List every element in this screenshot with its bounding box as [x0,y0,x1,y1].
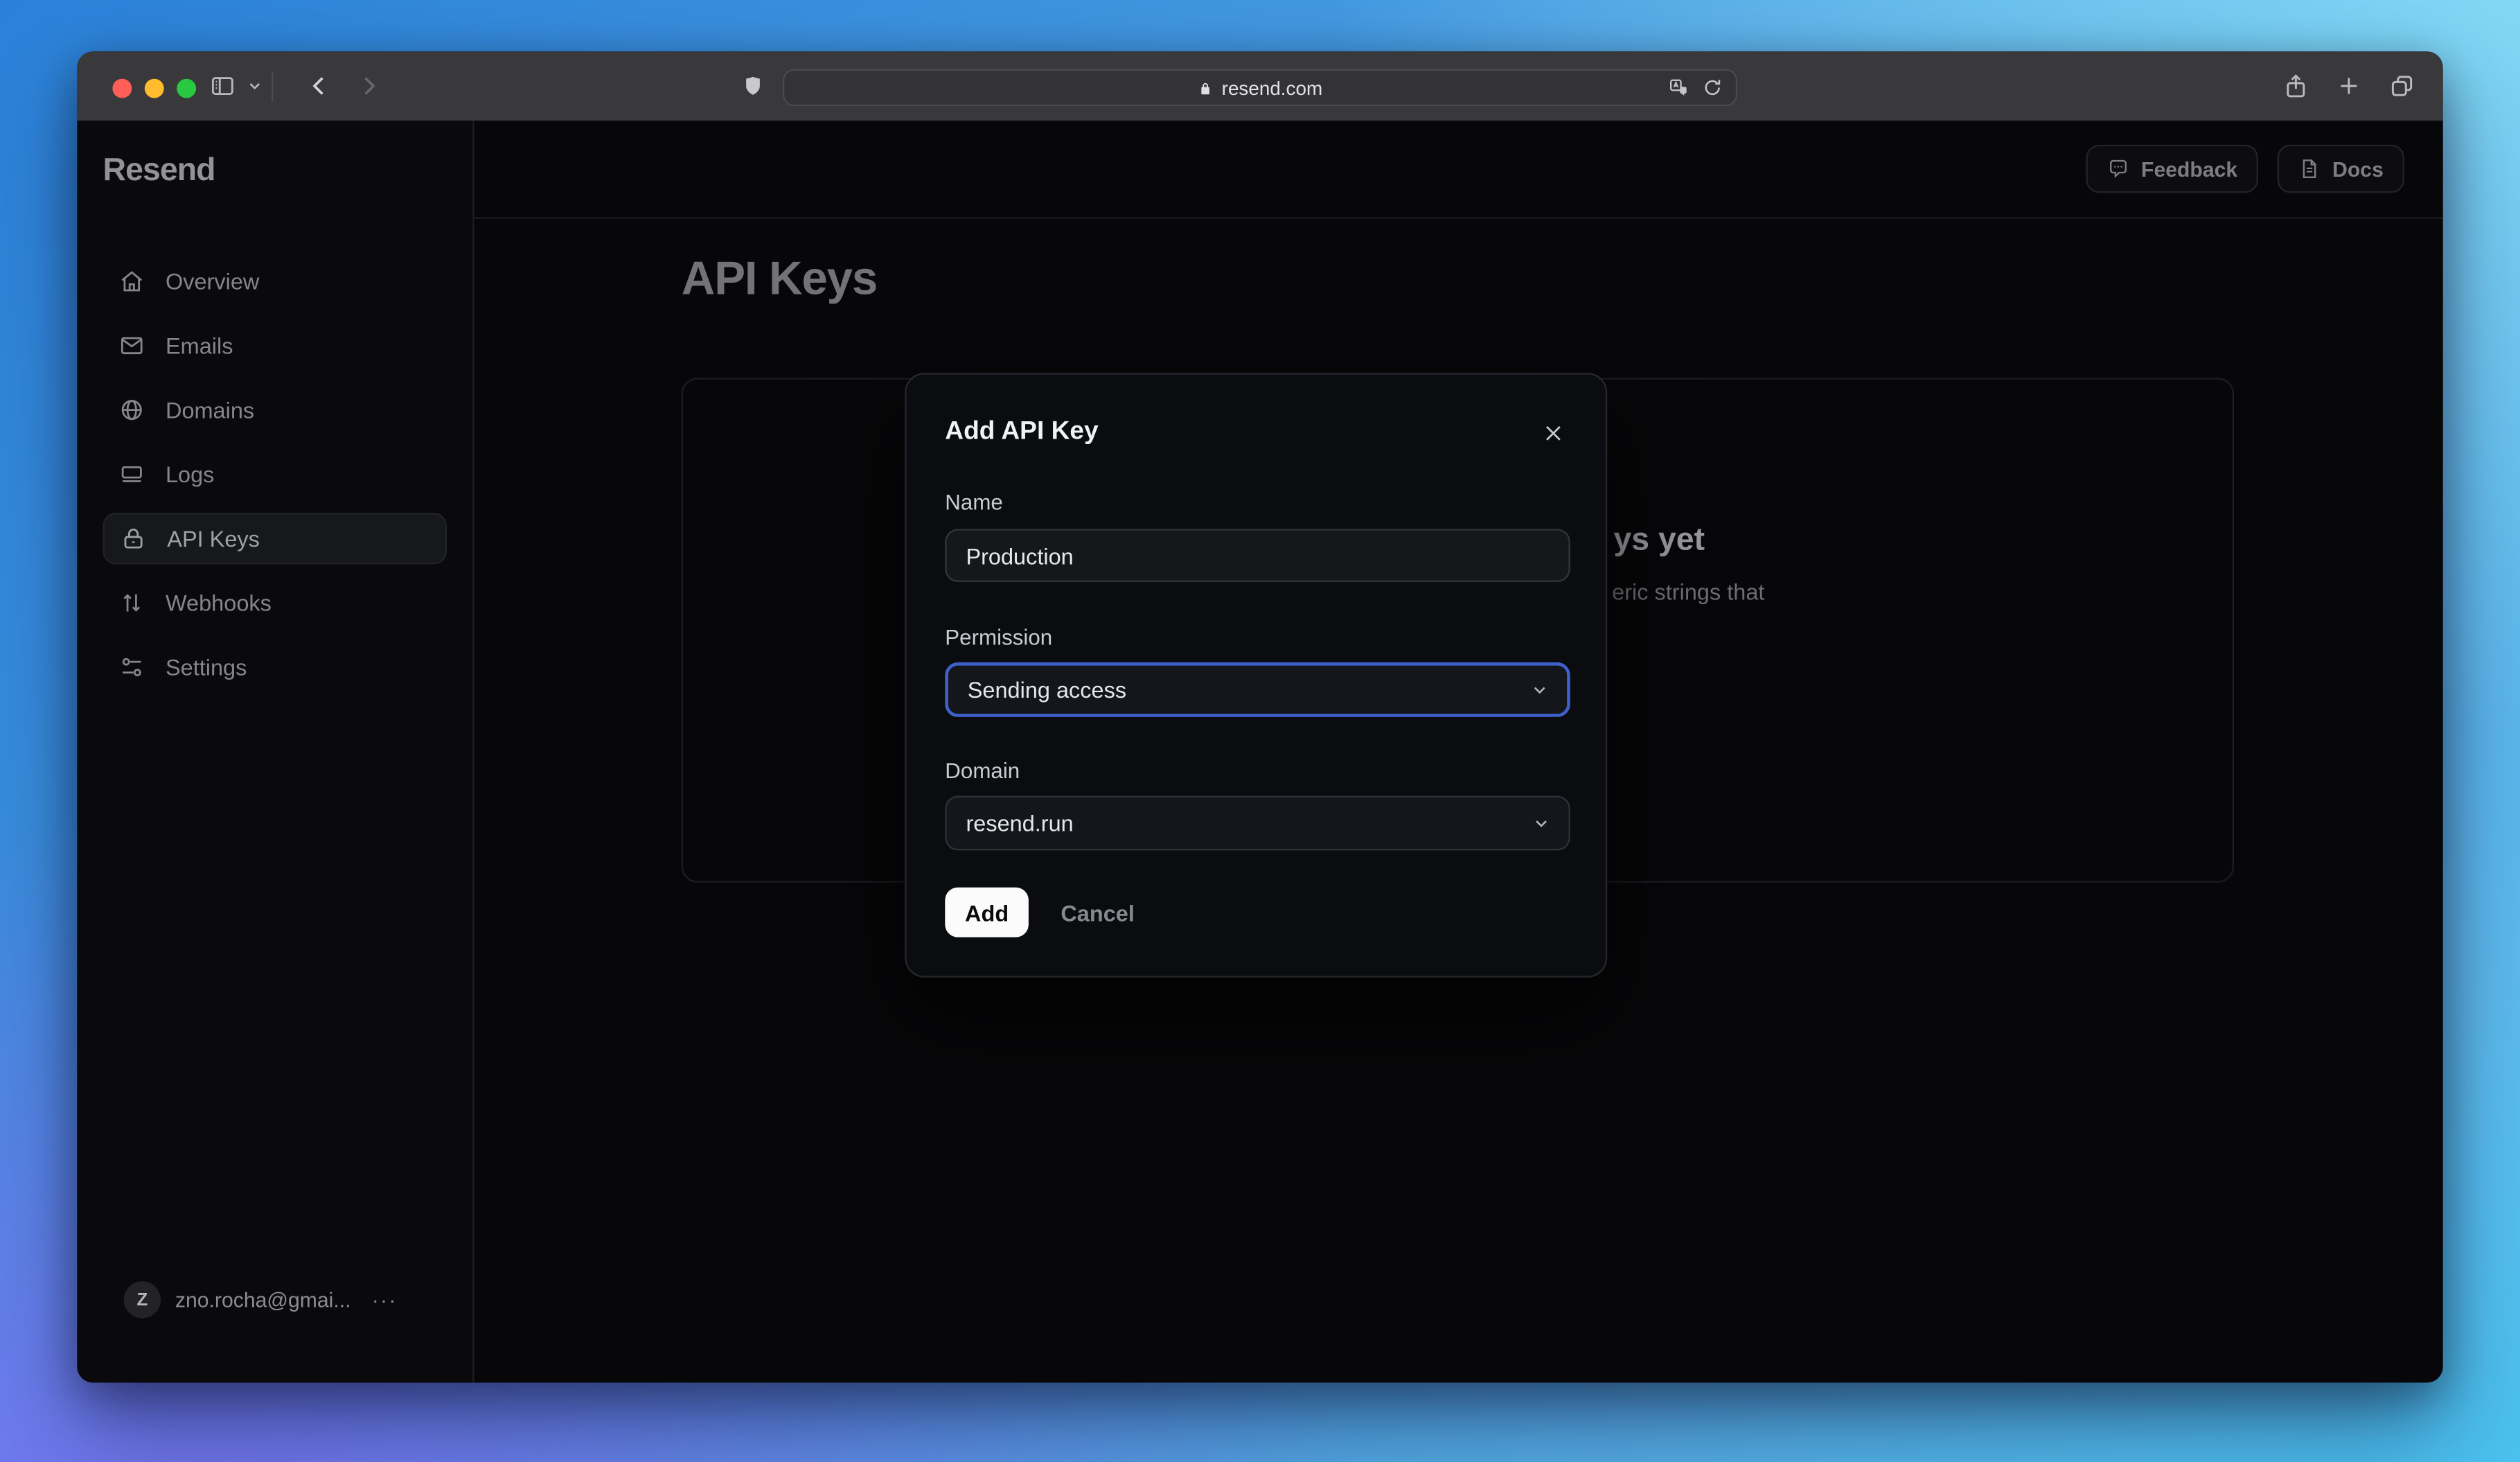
docs-label: Docs [2332,157,2384,182]
toolbar-divider [272,71,274,101]
desktop: resend.com Resend Overview Emails Domain… [0,0,2520,1462]
domain-value: resend.run [966,810,1074,836]
domain-label: Domain [945,759,1020,783]
add-api-key-modal: Add API Key Name Permission Sending acce… [905,373,1608,978]
tab-overview-icon[interactable] [2388,72,2415,99]
sidebar-item-label: Overview [165,268,260,294]
sidebar-item-logs[interactable]: Logs [103,448,447,500]
sidebar-item-label: Webhooks [165,590,272,616]
close-icon[interactable] [1541,420,1567,446]
name-label: Name [945,490,1003,515]
sidebar-item-settings[interactable]: Settings [103,642,447,693]
url-text: resend.com [1221,76,1323,99]
sidebar-item-label: Domains [165,397,255,423]
sidebar-item-domains[interactable]: Domains [103,385,447,436]
docs-button[interactable]: Docs [2278,144,2405,193]
page-header: Feedback Docs [474,121,2443,219]
feedback-bubble-icon [2107,157,2129,179]
close-window-button[interactable] [112,78,132,98]
permission-select[interactable]: Sending access [945,662,1570,717]
forward-button[interactable] [355,72,382,99]
cancel-button[interactable]: Cancel [1040,888,1155,937]
share-icon[interactable] [2282,72,2309,99]
logs-icon [119,461,145,487]
browser-window: resend.com Resend Overview Emails Domain… [77,51,2443,1383]
account-menu[interactable]: Z zno.rocha@gmai... ··· [123,1281,398,1319]
arrows-up-down-icon [119,590,145,616]
permission-value: Sending access [967,676,1127,703]
sliders-icon [119,654,145,680]
sidebar-item-webhooks[interactable]: Webhooks [103,577,447,628]
feedback-label: Feedback [2141,157,2238,182]
permission-label: Permission [945,625,1053,650]
chevron-down-icon[interactable] [246,77,264,95]
account-email: zno.rocha@gmai... [175,1287,351,1312]
sidebar-item-overview[interactable]: Overview [103,256,447,307]
new-tab-icon[interactable] [2335,72,2362,99]
avatar: Z [123,1281,161,1319]
feedback-button[interactable]: Feedback [2086,144,2259,193]
name-input[interactable] [945,529,1570,582]
chevron-down-icon [1532,813,1551,833]
lock-icon [1198,80,1214,96]
sidebar: Resend Overview Emails Domains Logs API … [77,121,474,1383]
sidebar-item-label: Logs [165,461,215,488]
reload-icon[interactable] [1702,77,1723,98]
sidebar-nav: Overview Emails Domains Logs API Keys We… [103,256,447,693]
translate-icon[interactable] [1668,77,1689,98]
mail-icon [119,333,145,358]
sidebar-item-api-keys[interactable]: API Keys [103,513,447,565]
lock-icon [121,526,146,552]
empty-state-body-fragment: eric strings that [1612,579,1765,605]
shield-icon[interactable] [741,74,765,98]
add-button[interactable]: Add [945,887,1029,937]
back-button[interactable] [305,72,332,99]
domain-select[interactable]: resend.run [945,795,1570,851]
address-bar[interactable]: resend.com [782,69,1738,107]
traffic-lights [112,78,197,98]
sidebar-toggle-icon[interactable] [209,72,236,99]
home-icon [119,268,145,294]
document-icon [2298,157,2321,179]
zoom-window-button[interactable] [177,78,197,98]
sidebar-item-label: Emails [165,333,233,359]
resend-logo: Resend [103,152,215,188]
sidebar-item-label: API Keys [167,525,260,552]
browser-toolbar: resend.com [77,51,2443,121]
minimize-window-button[interactable] [144,78,164,98]
modal-title: Add API Key [945,418,1099,446]
sidebar-item-emails[interactable]: Emails [103,320,447,371]
globe-icon [119,397,145,423]
sidebar-item-label: Settings [165,654,247,680]
account-more-icon[interactable]: ··· [372,1287,398,1312]
page-title: API Keys [681,254,878,306]
chevron-down-icon [1530,680,1550,699]
empty-state-heading-fragment: ys yet [1613,522,1705,558]
